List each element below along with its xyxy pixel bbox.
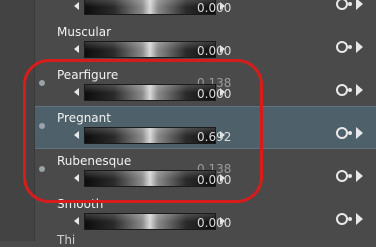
highlight-annotation (23, 59, 263, 203)
eye-ring-icon[interactable] (336, 213, 348, 225)
decrement-arrow-icon[interactable] (74, 2, 79, 10)
key-dot-icon (348, 45, 352, 49)
eye-ring-icon[interactable] (336, 127, 348, 139)
parameter-label: Muscular (57, 25, 112, 39)
expand-arrow-icon[interactable] (356, 127, 363, 139)
decrement-arrow-icon[interactable] (74, 217, 79, 225)
expand-arrow-icon[interactable] (356, 0, 363, 10)
key-dot-icon (348, 174, 352, 178)
parameter-value[interactable]: 0.000 (197, 2, 231, 15)
key-dot-icon (348, 88, 352, 92)
eye-ring-icon[interactable] (336, 84, 348, 96)
parameter-value[interactable]: 0.000 (197, 45, 231, 58)
eye-ring-icon[interactable] (336, 0, 348, 10)
parameter-controls[interactable] (336, 0, 370, 10)
parameter-label-partial: Thi (57, 233, 76, 247)
decrement-arrow-icon[interactable] (74, 45, 79, 53)
parameter-value[interactable]: 0.000 (197, 217, 231, 230)
parameter-controls[interactable] (336, 170, 370, 182)
parameter-controls[interactable] (336, 41, 370, 53)
expand-arrow-icon[interactable] (356, 170, 363, 182)
expand-arrow-icon[interactable] (356, 41, 363, 53)
key-dot-icon (348, 217, 352, 221)
key-dot-icon (348, 131, 352, 135)
parameter-row-muscular[interactable]: Muscular 0.000 (35, 20, 376, 63)
eye-ring-icon[interactable] (336, 170, 348, 182)
parameter-controls[interactable] (336, 84, 370, 96)
parameters-panel: 0.000 Muscular 0.000 Pearfigure 0.138 0.… (0, 0, 376, 247)
parameter-controls[interactable] (336, 127, 370, 139)
expand-arrow-icon[interactable] (356, 84, 363, 96)
parameter-controls[interactable] (336, 213, 370, 225)
expand-arrow-icon[interactable] (356, 213, 363, 225)
eye-ring-icon[interactable] (336, 41, 348, 53)
key-dot-icon (348, 2, 352, 6)
parameter-row-partial-top[interactable]: 0.000 (35, 0, 376, 20)
